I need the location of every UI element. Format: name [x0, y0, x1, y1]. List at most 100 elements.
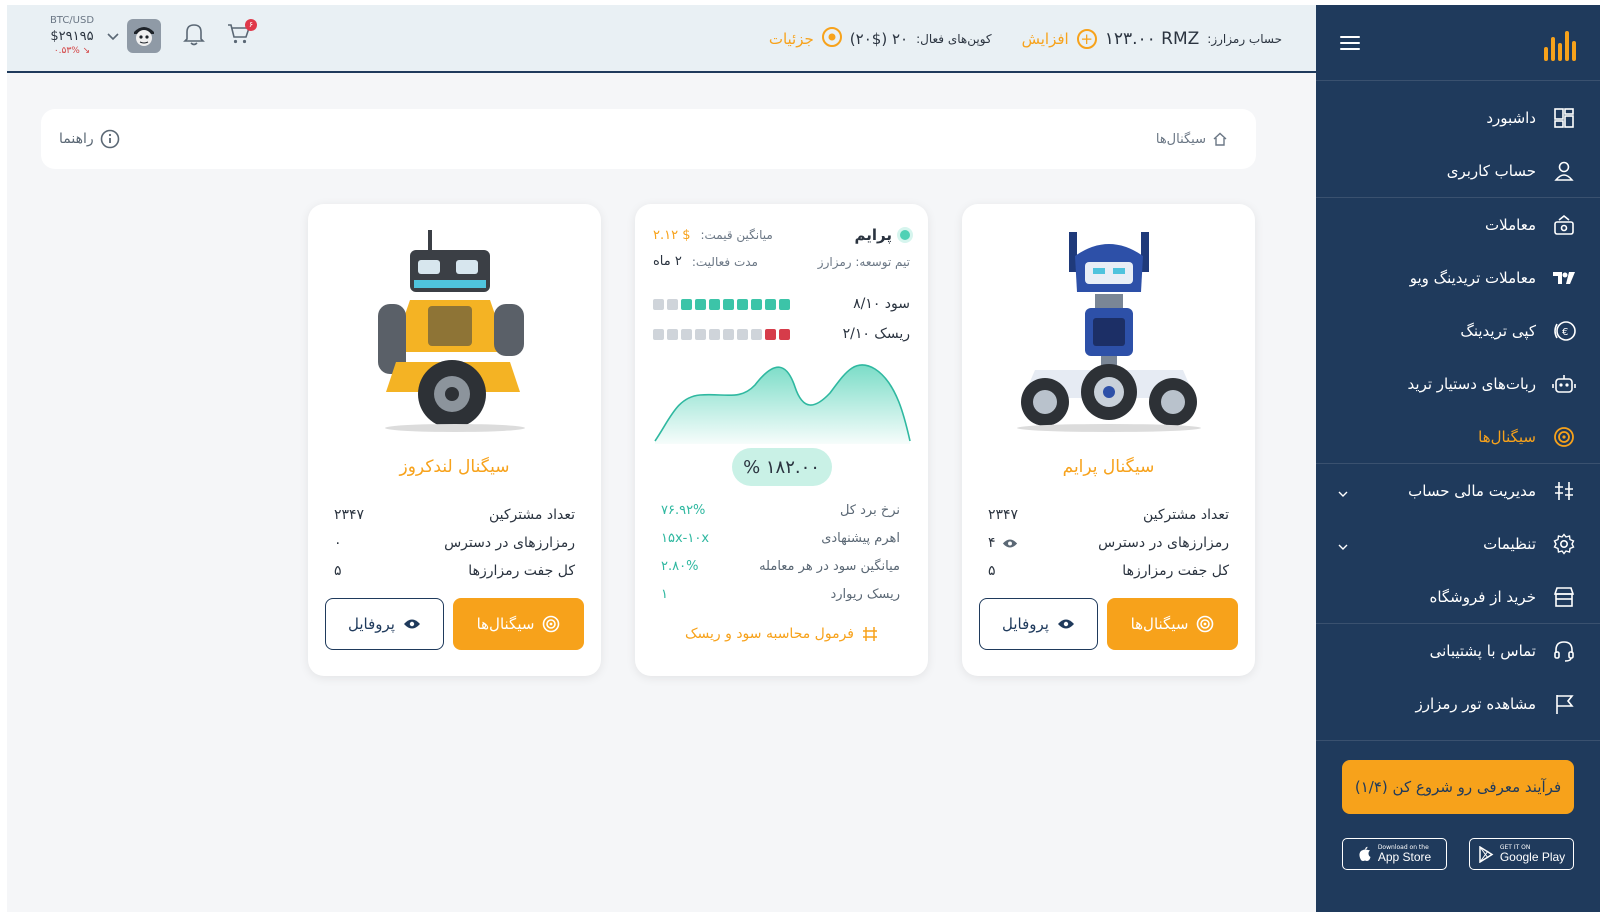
robot-icon: [1552, 372, 1576, 396]
stat-label: کل جفت رمزارزها: [1122, 563, 1229, 579]
cart-icon[interactable]: ۶: [227, 18, 257, 49]
btc-ticker: BTC/USD $۲۹۱۹۵ ۰.۵۳% ↘: [43, 15, 101, 56]
meter-cell: [765, 328, 776, 340]
user-avatar[interactable]: [127, 18, 161, 53]
landcruise-robot-image: [370, 222, 540, 436]
chevron-down-icon[interactable]: [107, 26, 119, 45]
home-icon[interactable]: [1212, 131, 1228, 147]
signal-icon: [543, 615, 560, 633]
sidebar-item-trades[interactable]: معاملات: [1316, 198, 1600, 251]
signals-button[interactable]: سیگنال‌ها: [453, 598, 584, 650]
increase-link[interactable]: افزایش: [1022, 30, 1069, 48]
breadcrumb-current: سیگنال‌ها: [1155, 131, 1206, 147]
stat-value: ۵: [334, 563, 342, 579]
sidebar-item-bots[interactable]: ربات‌های دستیار ترید: [1316, 357, 1600, 410]
signal-icon: [1552, 425, 1576, 449]
google-play-button[interactable]: GET IT ON Google Play: [1469, 838, 1574, 870]
help-link[interactable]: راهنما: [59, 129, 120, 149]
sidebar-item-support[interactable]: تماس با پشتیبانی: [1316, 624, 1600, 677]
risk-label: ریسک ۲/۱۰: [842, 326, 910, 342]
sidebar-item-account[interactable]: حساب کاربری: [1316, 144, 1600, 197]
stat-label: نرخ برد کل: [839, 502, 900, 518]
coupon-details-link[interactable]: جزئیات: [769, 30, 814, 48]
profile-button[interactable]: پروفایل: [979, 598, 1098, 650]
sidebar-item-tradingview[interactable]: معاملات تریدینگ ویو: [1316, 251, 1600, 304]
copy-trading-icon: €: [1552, 319, 1576, 343]
sidebar-item-finance[interactable]: مدیریت مالی حساب: [1316, 464, 1600, 517]
meter-cell: [709, 298, 720, 310]
headset-icon: [1552, 639, 1576, 663]
sidebar-item-tour[interactable]: مشاهده تور رمزارز: [1316, 677, 1600, 730]
signal-name: پرایم: [855, 226, 910, 244]
meter-cell: [751, 328, 762, 340]
stat-label: تعداد مشترکین: [1142, 507, 1229, 523]
details-row-second: تیم توسعه: رمزارز مدت فعالیت: ۲ ماه: [653, 254, 910, 269]
breadcrumb: سیگنال‌ها: [1156, 131, 1228, 147]
sidebar-item-copy-trading[interactable]: کپی تریدینگ €: [1316, 304, 1600, 357]
signal-details-card: پرایم میانگین قیمت: ۲.۱۲ $ تیم توسعه: رم…: [635, 204, 928, 676]
card-title: سیگنال لندکروز: [399, 457, 510, 477]
profit-label: سود ۸/۱۰: [853, 296, 910, 312]
details-stats: ۷۶.۹۲% نرخ برد کل ۱۵x-۱۰x اهرم پیشنهادی ۲.…: [661, 496, 900, 608]
breadcrumb-bar: راهنما سیگنال‌ها: [41, 109, 1256, 169]
stat-label: اهرم پیشنهادی: [821, 530, 900, 546]
stat-value: ۲۳۴۷: [988, 507, 1019, 523]
meter-cell: [737, 298, 748, 310]
sidebar-item-dashboard[interactable]: داشبورد: [1316, 91, 1600, 144]
risk-cells: [653, 328, 790, 340]
stat-label: کل جفت رمزارزها: [468, 563, 575, 579]
risk-meter: ریسک ۲/۱۰: [653, 326, 910, 342]
app-frame: حساب رمزارز: ۱۲۳.۰۰ RMZ + افزایش کوپن‌ها…: [7, 5, 1600, 912]
sidebar-menu: داشبورد حساب کاربری معاملات معاملات ترید…: [1316, 81, 1600, 741]
stat-value: ۱: [661, 586, 668, 602]
user-icon: [1552, 159, 1576, 183]
stat-value: ۱۵x-۱۰x: [661, 530, 710, 546]
sidebar-item-settings[interactable]: تنظیمات: [1316, 517, 1600, 570]
profile-button[interactable]: پروفایل: [325, 598, 444, 650]
meter-cell: [653, 328, 664, 340]
meter-cell: [695, 298, 706, 310]
ticker-price: $۲۹۱۹۵: [50, 29, 94, 44]
eye-icon[interactable]: [1002, 538, 1018, 549]
apple-icon: [1359, 846, 1371, 861]
stat-row: ۲۳۴۷ تعداد مشترکین: [988, 501, 1229, 529]
signal-card-landcruise: سیگنال لندکروز ۲۳۴۷ تعداد مشترکین ۰ رمزارز…: [308, 204, 601, 676]
trend-down-icon: ↘: [82, 46, 91, 56]
dashboard-icon: [1552, 106, 1576, 130]
meter-cell: [737, 328, 748, 340]
ticker-change: ۰.۵۳% ↘: [53, 46, 91, 56]
profit-meter: سود ۸/۱۰: [653, 296, 910, 312]
performance-area-chart: [654, 364, 911, 444]
menu-icon[interactable]: [1340, 35, 1360, 50]
stat-label: رمزارزهای در دسترس: [444, 535, 575, 551]
meter-cell: [751, 298, 762, 310]
chevron-down-icon[interactable]: [1338, 484, 1348, 502]
chevron-down-icon[interactable]: [1338, 537, 1348, 555]
header-tools: BTC/USD $۲۹۱۹۵ ۰.۵۳% ↘ ۶: [43, 15, 257, 56]
card-stats: ۲۳۴۷ تعداد مشترکین ۴ رمزارزهای در دسترس ۵ ک…: [988, 501, 1229, 585]
eye-circle-icon[interactable]: [821, 27, 842, 51]
app-store-button[interactable]: Download on the App Store: [1342, 838, 1447, 870]
profit-risk-formula-link[interactable]: فرمول محاسبه سود و ریسک: [635, 626, 928, 642]
formula-icon: [863, 627, 878, 641]
sidebar-item-store[interactable]: خرید از فروشگاه: [1316, 570, 1600, 623]
card-title: سیگنال پرایم: [1062, 457, 1155, 477]
stat-label: رمزارزهای در دسترس: [1098, 535, 1229, 551]
meter-cell: [667, 298, 678, 310]
stat-row: ۱۵x-۱۰x اهرم پیشنهادی: [661, 524, 900, 552]
plus-circle-icon[interactable]: +: [1076, 29, 1097, 49]
meter-cell: [709, 328, 720, 340]
tradingview-icon: [1552, 266, 1576, 290]
stat-row: ۷۶.۹۲% نرخ برد کل: [661, 496, 900, 524]
start-onboarding-button[interactable]: فرآیند معرفی رو شروع کن (۱/۴): [1342, 760, 1574, 814]
stat-row: ۲۳۴۷ تعداد مشترکین: [334, 501, 575, 529]
account-balance: ۱۲۳.۰۰ RMZ: [1104, 29, 1200, 49]
signal-icon: [1197, 615, 1214, 633]
ticker-pair: BTC/USD: [49, 15, 95, 26]
sidebar-item-signals[interactable]: سیگنال‌ها: [1316, 410, 1600, 463]
signal-card-prime: سیگنال پرایم ۲۳۴۷ تعداد مشترکین ۴ رمزارزها…: [962, 204, 1255, 676]
stat-value: ۴: [988, 535, 1018, 551]
signals-button[interactable]: سیگنال‌ها: [1107, 598, 1238, 650]
bell-icon[interactable]: [183, 22, 205, 50]
stat-row: ۱ ریسک ریوارد: [661, 580, 900, 608]
